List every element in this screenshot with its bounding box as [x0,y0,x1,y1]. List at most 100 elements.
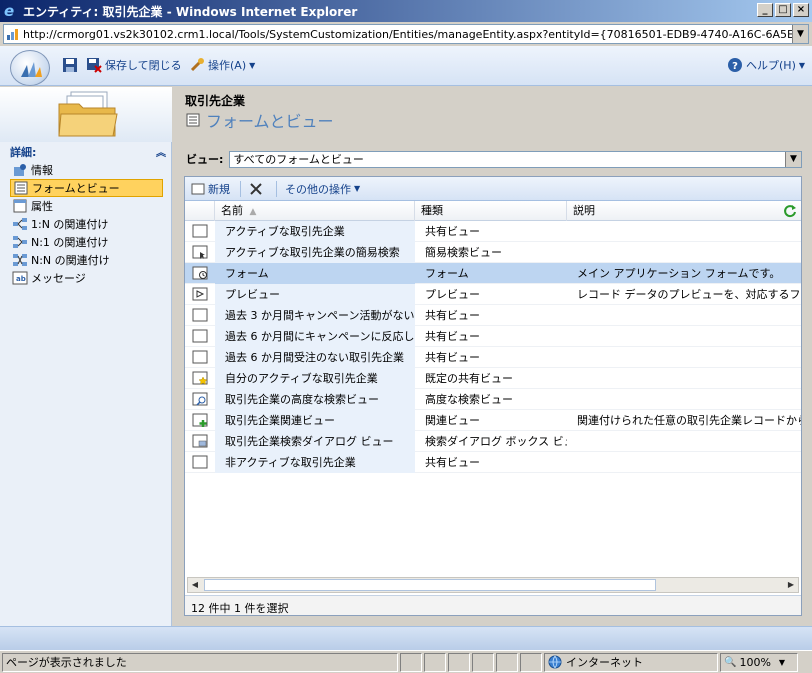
table-row[interactable]: 取引先企業関連ビュー 関連ビュー 関連付けられた任意の取引先企業レコードから. [185,409,801,431]
select-all-header[interactable] [185,200,215,221]
nav-item-n1[interactable]: N:1 の関連付け [10,233,163,251]
save-button[interactable] [62,56,81,74]
toolbar-divider [240,180,241,197]
attributes-icon [13,199,27,213]
actions-icon [190,58,204,72]
row-description [567,305,801,326]
relationship-n1-icon [13,236,27,248]
status-pane [472,652,494,672]
forms-views-icon [14,181,28,195]
table-row[interactable]: 取引先企業検索ダイアログ ビュー 検索ダイアログ ボックス ビュー [185,430,801,452]
row-type: 共有ビュー [425,308,480,322]
relationship-nn-icon [13,254,27,266]
status-pane [400,652,422,672]
url-field[interactable]: http://crmorg01.vs2k30102.crm1.local/Too… [3,24,809,44]
row-type: 高度な検索ビュー [425,392,513,406]
save-close-label: 保存して閉じる [105,59,182,72]
column-header-description[interactable]: 説明 [567,201,801,221]
chevron-down-icon[interactable]: ▼ [785,151,801,167]
table-row[interactable]: 過去 3 か月間キャンペーン活動がない... 共有ビュー [185,304,801,326]
scroll-right-icon[interactable]: ▶ [784,578,798,592]
lookup-view-icon [192,434,208,448]
status-pane [424,652,446,672]
relationship-1n-icon [13,218,27,230]
nav-item-nn[interactable]: N:N の関連付け [10,251,163,269]
row-type: 共有ビュー [425,329,480,343]
column-header-type[interactable]: 種類 [415,200,567,221]
table-row[interactable]: アクティブな取引先企業の簡易検索 簡易検索ビュー [185,241,801,263]
quick-find-view-icon [192,245,208,259]
row-description [567,221,801,242]
view-select[interactable]: すべてのフォームとビュー ▼ [229,150,802,168]
table-row[interactable]: 取引先企業の高度な検索ビュー 高度な検索ビュー [185,388,801,410]
zoom-control[interactable]: 🔍 100% ▼ [720,652,798,672]
row-type: 共有ビュー [425,350,480,364]
more-actions-menu[interactable]: その他の操作 ▼ [285,181,360,197]
nav-item-label: 情報 [31,164,53,177]
minimize-button[interactable]: _ [757,3,773,17]
crm-logo-icon [21,62,42,77]
maximize-button[interactable]: □ [775,3,791,17]
address-bar: http://crmorg01.vs2k30102.crm1.local/Too… [0,22,812,46]
nav-item-1n[interactable]: 1:N の関連付け [10,215,163,233]
actions-menu[interactable]: 操作(A) ▼ [189,56,255,74]
advanced-find-view-icon [192,392,208,406]
close-button[interactable]: × [793,3,809,17]
nav-item-label: N:N の関連付け [31,254,110,267]
nav-item-attributes[interactable]: 属性 [10,197,163,215]
scrollbar-thumb[interactable] [204,579,656,591]
status-pane [520,652,542,672]
horizontal-scrollbar[interactable]: ◀ ▶ [187,577,799,593]
row-description [567,368,801,389]
window-title: エンティティ: 取引先企業 - Windows Internet Explore… [23,4,358,19]
table-row[interactable]: プレビュー プレビュー レコード データのプレビューを、対応するフォームを [185,283,801,305]
new-icon [191,183,205,194]
status-pane [448,652,470,672]
help-menu[interactable]: ? ヘルプ(H) ▼ [727,56,805,74]
nav-item-forms-views[interactable]: フォームとビュー [10,179,163,197]
nav-item-label: N:1 の関連付け [31,236,109,249]
table-row[interactable]: 過去 6 か月間にキャンペーンに反応し... 共有ビュー [185,325,801,347]
default-view-star-icon [192,371,208,385]
row-type: 検索ダイアログ ボックス ビュー [425,434,567,448]
zone-label: インターネット [566,656,643,669]
table-row[interactable]: アクティブな取引先企業 共有ビュー [185,220,801,242]
nav-item-label: 属性 [31,200,53,213]
nav-header-label: 詳細: [10,146,37,159]
status-message: ページが表示されました [6,656,127,669]
crm-logo[interactable] [10,50,50,86]
row-name: 自分のアクティブな取引先企業 [215,367,415,389]
collapse-icon[interactable]: ︽ [156,144,166,159]
table-row[interactable]: フォーム フォーム メイン アプリケーション フォームです。 [185,262,801,284]
table-row[interactable]: 自分のアクティブな取引先企業 既定の共有ビュー [185,367,801,389]
status-text: ページが表示されました [2,652,398,672]
left-nav: 詳細: ︽ 情報 フォームとビュー 属性 1:N の関連付け N:1 の関連付け… [0,142,172,626]
delete-icon [250,182,262,195]
svg-text:ab: ab [16,275,26,283]
row-type: プレビュー [425,287,480,301]
nav-item-info[interactable]: 情報 [10,161,163,179]
window-controls: _ □ × [757,3,809,17]
row-description: メイン アプリケーション フォームです。 [577,266,781,280]
row-description [567,431,801,452]
url-dropdown-icon[interactable]: ▼ [792,25,808,43]
scroll-left-icon[interactable]: ◀ [188,578,202,592]
nav-item-messages[interactable]: ab メッセージ [10,269,163,287]
delete-button[interactable] [249,182,266,196]
crm-toolbar: 保存して閉じる 操作(A) ▼ ? ヘルプ(H) ▼ [0,46,812,86]
status-bar: ページが表示されました インターネット 🔍 100% ▼ [0,650,812,673]
table-row[interactable]: 過去 6 か月間受注のない取引先企業 共有ビュー [185,346,801,368]
window-title-bar: e エンティティ: 取引先企業 - Windows Internet Explo… [0,0,812,22]
floppy-icon [63,58,77,72]
row-name: 過去 3 か月間キャンペーン活動がない... [215,304,415,326]
row-name: 取引先企業関連ビュー [215,409,415,431]
row-description [567,452,801,473]
save-close-button[interactable]: 保存して閉じる [86,56,182,74]
security-zone[interactable]: インターネット [544,652,718,672]
table-row[interactable]: 非アクティブな取引先企業 共有ビュー [185,451,801,473]
new-button[interactable]: 新規 [191,181,230,197]
refresh-icon[interactable] [783,204,797,218]
forms-views-icon [186,113,200,127]
chevron-down-icon: ▼ [249,60,256,70]
column-header-name[interactable]: 名前 ▲ [215,200,415,221]
